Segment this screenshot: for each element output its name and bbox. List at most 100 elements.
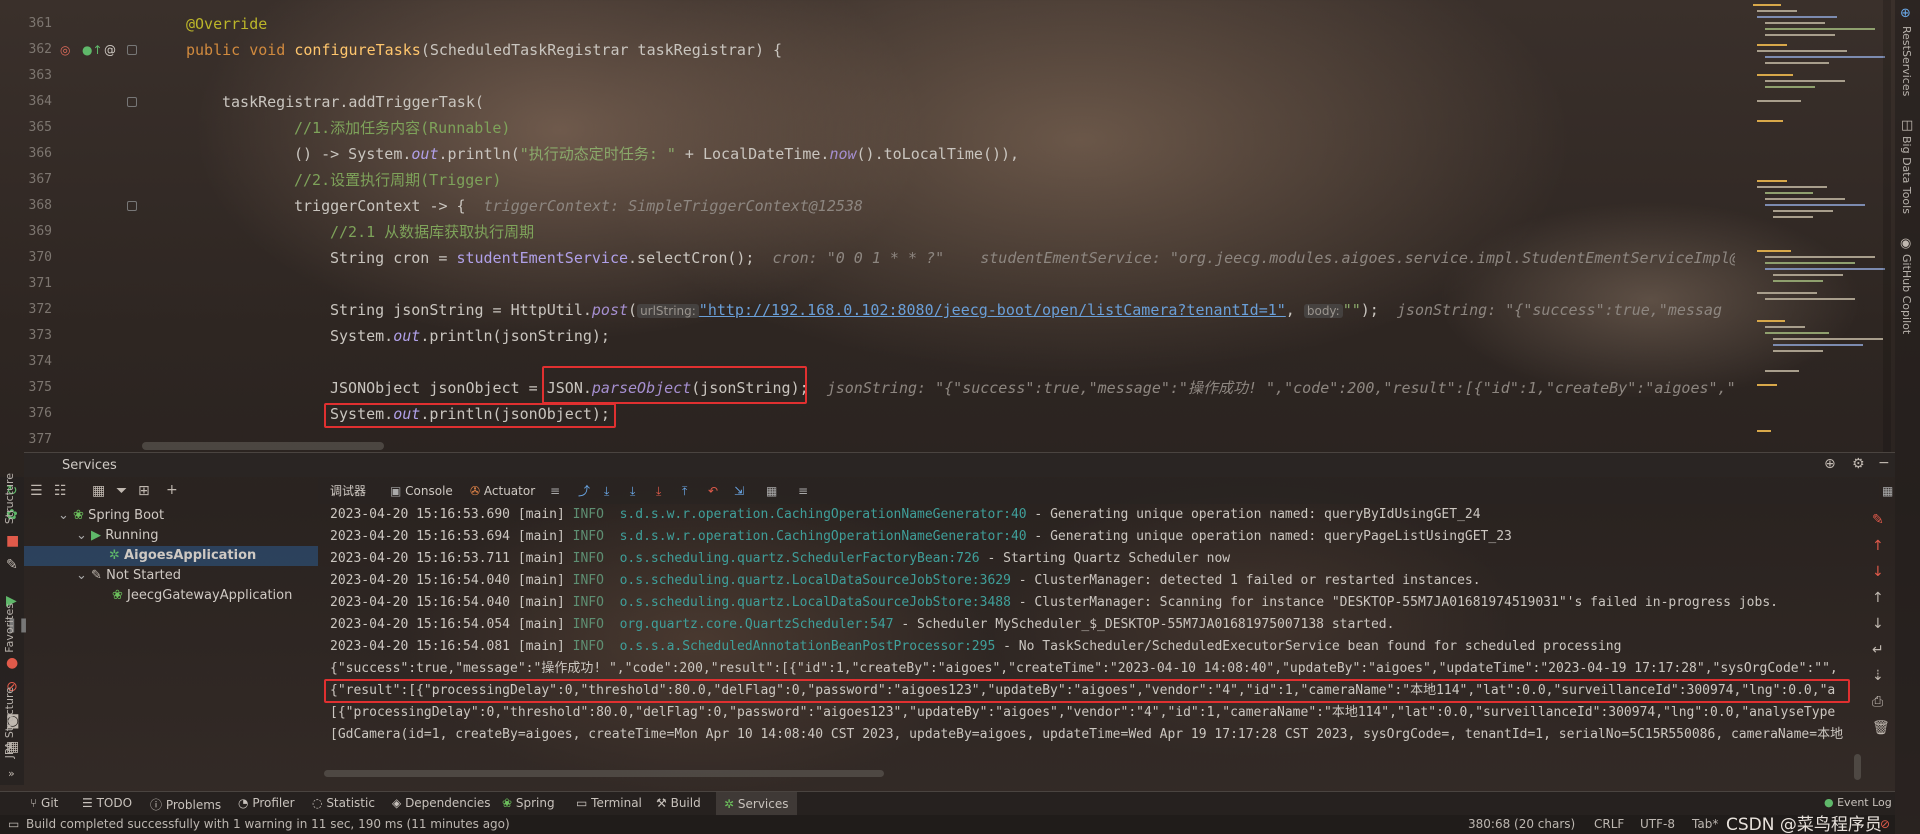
more-icon[interactable]: »: [8, 767, 15, 780]
tab-profiler[interactable]: ◔ Profiler: [238, 796, 295, 810]
expand-all-icon[interactable]: ☰: [30, 483, 43, 499]
url-link[interactable]: "http://192.168.0.102:8080/jeecg-boot/op…: [699, 301, 1286, 319]
show-execution-point-icon[interactable]: ⤴: [578, 482, 590, 500]
print-icon[interactable]: ⎙: [1872, 694, 1883, 710]
github-copilot-tab[interactable]: GitHub Copilot: [1900, 254, 1913, 334]
tab-services[interactable]: ✲ Services: [716, 792, 797, 816]
minimap[interactable]: [1735, 0, 1895, 452]
code-token: now: [829, 145, 857, 163]
step-into-icon[interactable]: ⤓: [630, 482, 635, 500]
console-output[interactable]: 2023-04-20 15:16:53.690 [main] INFO s.d.…: [318, 504, 1862, 780]
evaluate-icon[interactable]: ▦: [766, 482, 777, 500]
tab-label: TODO: [96, 796, 133, 810]
left-tool-strip: ↻ ✿ ■ ✎ ▶ ❚❚ ● ⊘ ◙ ▦ » Structure Favorit…: [0, 473, 29, 785]
wrench-icon[interactable]: ✎: [6, 557, 18, 573]
code-token: JSONObject jsonObject =: [330, 379, 547, 397]
up-arrow-icon[interactable]: ↑: [1872, 538, 1884, 554]
tab-todo[interactable]: ☰ TODO: [82, 796, 132, 810]
tab-build[interactable]: ⚒ Build: [656, 796, 701, 810]
cursor-position[interactable]: 380:68 (20 chars): [1468, 817, 1575, 831]
notification-icon[interactable]: ⊘: [1880, 817, 1890, 831]
tree-node-aigoes-application[interactable]: ✲ AigoesApplication: [24, 546, 318, 566]
status-message[interactable]: Build completed successfully with 1 warn…: [26, 817, 510, 831]
drop-frame-icon[interactable]: ↶: [708, 482, 718, 500]
tree-node-not-started[interactable]: ⌄ ✎ Not Started: [76, 566, 181, 586]
log-time: 2023-04-20 15:16:54.040 [main]: [330, 595, 573, 610]
code-line-372: String jsonString = HttpUtil.post(urlStr…: [330, 297, 1722, 323]
chevron-down-icon: ⌄: [58, 508, 69, 523]
scroll-to-end-icon[interactable]: ⇣: [1872, 668, 1884, 684]
tab-problems[interactable]: ⓘ Problems: [150, 796, 221, 813]
tab-label: Git: [41, 796, 59, 810]
target-icon[interactable]: ⊕: [1824, 456, 1836, 472]
add-service-icon[interactable]: +: [166, 482, 178, 498]
code-token: post: [591, 301, 629, 319]
code-token: );: [1360, 301, 1379, 319]
services-tree-toolbar: ☰ ☷ ▦ ⏷ ⊞ +: [24, 478, 318, 504]
code-token: out: [411, 145, 439, 163]
more-icon[interactable]: ≡: [798, 482, 808, 500]
actuator-icon: ✇: [470, 484, 481, 498]
tab-git[interactable]: ⑂ Git: [30, 796, 58, 810]
rest-services-tab[interactable]: RestServices: [1900, 26, 1913, 96]
big-data-tools-tab[interactable]: Big Data Tools: [1900, 136, 1913, 214]
tree-node-label: Running: [105, 528, 159, 543]
log-class[interactable]: o.s.scheduling.quartz.LocalDataSourceJob…: [620, 595, 1011, 610]
tab-console[interactable]: ▣ Console: [390, 482, 453, 500]
jpa-structure-tab[interactable]: JPA Structure: [3, 687, 16, 758]
menu-icon[interactable]: ≡: [550, 482, 560, 500]
gear-icon[interactable]: ⚙: [1852, 456, 1865, 472]
tab-debugger[interactable]: 调试器: [330, 482, 366, 500]
group-by-icon[interactable]: ▦: [92, 483, 105, 499]
force-step-into-icon[interactable]: ⤓: [656, 482, 661, 500]
big-data-tools-icon[interactable]: ◫: [1901, 118, 1913, 133]
trash-icon[interactable]: 🗑: [1872, 720, 1890, 736]
console-vertical-scrollbar[interactable]: [1854, 754, 1861, 780]
clear-icon[interactable]: ✎: [1872, 512, 1884, 528]
indent-setting[interactable]: Tab*: [1692, 817, 1718, 831]
tree-node-spring-boot[interactable]: ⌄ ❀ Spring Boot: [58, 506, 164, 526]
code-editor[interactable]: @Override public void configureTasks(Sch…: [0, 0, 1735, 452]
layout-icon[interactable]: ▦: [1882, 482, 1893, 500]
tab-statistic[interactable]: ◌ Statistic: [312, 796, 375, 810]
minimize-icon[interactable]: −: [1878, 455, 1890, 471]
code-token: String jsonString = HttpUtil.: [330, 301, 592, 319]
log-class[interactable]: s.d.s.w.r.operation.CachingOperationName…: [620, 507, 1027, 522]
log-class[interactable]: o.s.scheduling.quartz.SchedulerFactoryBe…: [620, 551, 980, 566]
tree-node-jeecg-gateway[interactable]: ❀ JeecgGatewayApplication: [112, 586, 292, 606]
file-encoding[interactable]: UTF-8: [1640, 817, 1675, 831]
github-copilot-icon[interactable]: ◉: [1900, 236, 1911, 251]
line-separator[interactable]: CRLF: [1594, 817, 1624, 831]
info-icon: ⓘ: [150, 798, 163, 812]
log-class[interactable]: org.quartz.core.QuartzScheduler:547: [620, 617, 894, 632]
tab-event-log[interactable]: ● Event Log: [1824, 796, 1892, 809]
log-class[interactable]: o.s.s.a.ScheduledAnnotationBeanPostProce…: [620, 639, 996, 654]
tab-dependencies[interactable]: ◈ Dependencies: [392, 796, 490, 810]
down-arrow-icon[interactable]: ↓: [1872, 564, 1884, 580]
favorites-tab[interactable]: Favorites: [3, 603, 16, 653]
log-class[interactable]: s.d.s.w.r.operation.CachingOperationName…: [620, 529, 1027, 544]
scroll-down-icon[interactable]: ↓: [1872, 616, 1884, 632]
record-icon[interactable]: ●: [6, 655, 18, 671]
collapse-all-icon[interactable]: ☷: [54, 483, 67, 499]
soft-wrap-icon[interactable]: ↵: [1872, 642, 1884, 658]
build-status-icon[interactable]: ▭: [8, 817, 19, 831]
rest-services-icon[interactable]: ⊕: [1900, 6, 1911, 21]
step-out-icon[interactable]: ⤒: [682, 482, 687, 500]
run-to-cursor-icon[interactable]: ⇲: [734, 482, 744, 500]
tab-actuator[interactable]: ✇ Actuator: [470, 482, 535, 500]
editor-horizontal-scrollbar[interactable]: [142, 442, 384, 450]
filter-icon[interactable]: ⏷: [116, 483, 127, 499]
spring-boot-icon: ❀: [73, 508, 84, 523]
tab-spring[interactable]: ❀ Spring: [502, 796, 555, 810]
profiler-icon: ◔: [238, 796, 249, 810]
step-over-icon[interactable]: ⤓: [604, 482, 609, 500]
tab-terminal[interactable]: ▭ Terminal: [576, 796, 642, 810]
new-tab-icon[interactable]: ⊞: [138, 483, 150, 499]
scroll-up-icon[interactable]: ↑: [1872, 590, 1884, 606]
tree-node-running[interactable]: ⌄ ▶ Running: [76, 526, 158, 546]
stop-icon[interactable]: ■: [6, 533, 19, 549]
structure-tab[interactable]: Structure: [3, 473, 16, 524]
console-horizontal-scrollbar[interactable]: [324, 770, 884, 777]
log-class[interactable]: o.s.scheduling.quartz.LocalDataSourceJob…: [620, 573, 1011, 588]
